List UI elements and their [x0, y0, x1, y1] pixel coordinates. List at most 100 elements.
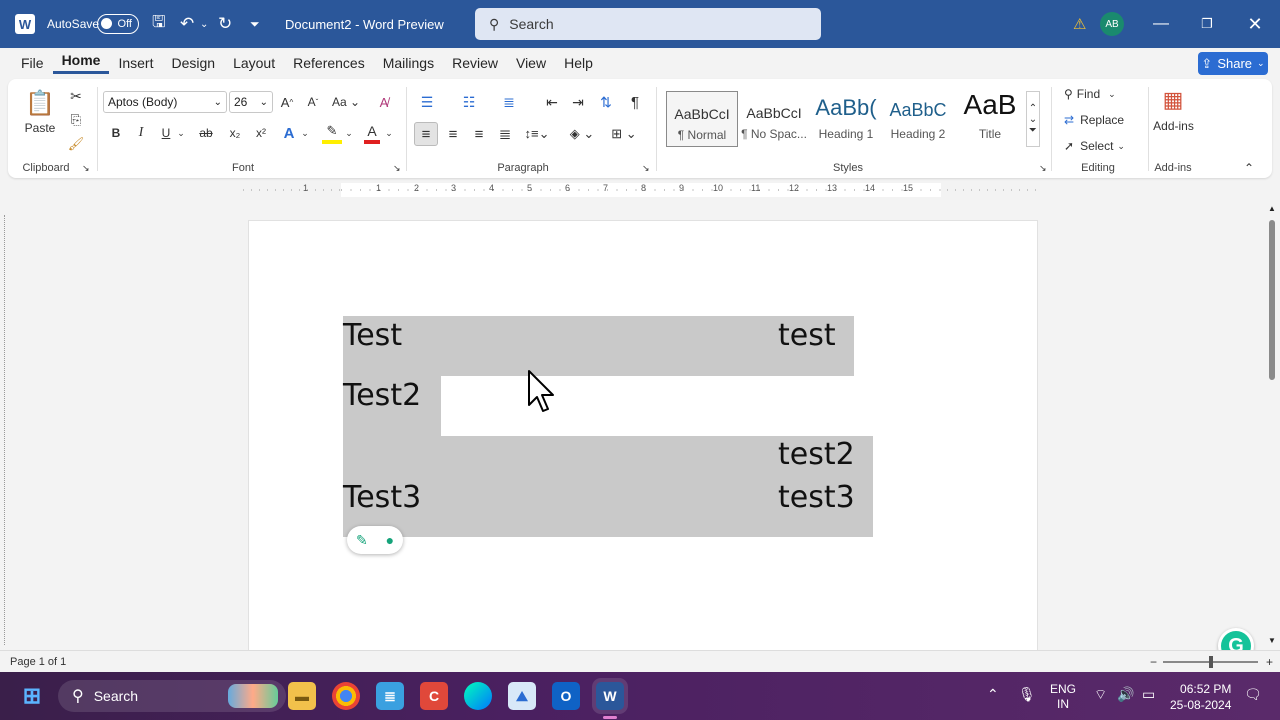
scroll-thumb[interactable]	[1269, 220, 1275, 380]
doc-text-left[interactable]: Test3	[343, 480, 421, 515]
share-button[interactable]: ⇪ Share ⌄	[1198, 52, 1268, 75]
tab-view[interactable]: View	[507, 55, 555, 71]
scroll-down-icon[interactable]: ▼	[1268, 636, 1276, 645]
show-marks-icon[interactable]: ¶	[624, 91, 646, 113]
chevron-down-icon[interactable]: ⌄	[176, 122, 186, 144]
tab-design[interactable]: Design	[162, 55, 224, 71]
app-c-icon[interactable]: C	[420, 682, 448, 710]
close-button[interactable]: ✕	[1232, 0, 1278, 48]
decrease-indent-icon[interactable]: ⇤	[541, 91, 563, 113]
chevron-down-icon[interactable]: ⌄	[384, 122, 394, 144]
change-case-icon[interactable]: Aa ⌄	[331, 91, 361, 113]
zoom-in-icon[interactable]: +	[1266, 655, 1273, 669]
autosave-toggle[interactable]: Off	[97, 14, 139, 34]
scroll-up-icon[interactable]: ▲	[1268, 204, 1276, 213]
bullets-icon[interactable]: ☰	[416, 91, 438, 113]
paste-button[interactable]: Paste	[20, 121, 60, 135]
line-spacing-icon[interactable]: ↕≡⌄	[522, 122, 552, 146]
paste-icon[interactable]: 📋	[24, 87, 56, 119]
lightbulb-icon[interactable]: ●	[386, 532, 394, 548]
doc-text-left[interactable]: Test	[343, 318, 402, 353]
dialog-launcher-icon[interactable]: ↘	[1039, 163, 1047, 174]
search-box[interactable]: ⚲ Search	[475, 8, 821, 40]
zoom-out-icon[interactable]: −	[1150, 655, 1157, 669]
numbering-icon[interactable]: ☷	[458, 91, 480, 113]
style-heading-1[interactable]: AaBb( Heading 1	[810, 91, 882, 147]
style-heading-2[interactable]: AaBbC Heading 2	[882, 91, 954, 147]
language-indicator[interactable]: ENG IN	[1050, 682, 1076, 712]
magic-pen-icon[interactable]: ✎	[356, 532, 368, 549]
style-title[interactable]: AaB Title	[954, 89, 1026, 147]
zoom-thumb[interactable]	[1209, 656, 1213, 668]
increase-indent-icon[interactable]: ⇥	[567, 91, 589, 113]
avatar[interactable]: AB	[1100, 12, 1124, 36]
underline-button[interactable]: U	[158, 122, 174, 144]
styles-scroll[interactable]: ⌃ ⌄ ⏷	[1026, 91, 1040, 147]
battery-icon[interactable]: ▭	[1142, 686, 1155, 703]
align-right-icon[interactable]: ≡	[468, 122, 490, 146]
outlook-icon[interactable]: O	[552, 682, 580, 710]
tab-review[interactable]: Review	[443, 55, 507, 71]
chrome-icon[interactable]	[332, 682, 360, 710]
align-left-icon[interactable]: ≡	[414, 122, 438, 146]
bold-button[interactable]: B	[108, 122, 124, 144]
tab-file[interactable]: File	[12, 55, 53, 71]
restore-button[interactable]: ❐	[1184, 0, 1230, 48]
font-size-select[interactable]: 26 ⌄	[229, 91, 273, 113]
dialog-launcher-icon[interactable]: ↘	[393, 163, 401, 174]
edge-icon[interactable]	[464, 682, 492, 710]
volume-icon[interactable]: 🔊	[1117, 686, 1134, 703]
font-name-select[interactable]: Aptos (Body) ⌄	[103, 91, 227, 113]
shrink-font-icon[interactable]: Aˇ	[304, 91, 322, 113]
font-color-icon[interactable]: A	[364, 122, 380, 144]
file-explorer-icon[interactable]: ▬	[288, 682, 316, 710]
tab-mailings[interactable]: Mailings	[374, 55, 443, 71]
minimize-button[interactable]: —	[1138, 0, 1184, 48]
highlighter-icon[interactable]: ✎	[322, 122, 342, 144]
chevron-down-icon[interactable]: ⌄	[344, 122, 354, 144]
clear-formatting-icon[interactable]: A̸	[374, 91, 394, 113]
warning-icon[interactable]: ⚠	[1073, 0, 1086, 48]
format-painter-icon[interactable]: 🖌	[66, 135, 86, 153]
copy-icon[interactable]: ⎘	[66, 111, 86, 129]
add-ins-button[interactable]: Add-ins	[1146, 119, 1201, 133]
style-no-spacing[interactable]: AaBbCcI ¶ No Spac...	[738, 91, 810, 147]
grammarly-inline-widget[interactable]: ✎ ●	[347, 526, 403, 554]
taskbar-search[interactable]: ⚲ Search	[58, 680, 286, 712]
clock[interactable]: 06:52 PM 25-08-2024	[1170, 681, 1231, 713]
add-ins-icon[interactable]: ▦	[1158, 85, 1188, 115]
dialog-launcher-icon[interactable]: ↘	[642, 163, 650, 174]
tab-home[interactable]: Home	[52, 52, 110, 74]
redo-icon[interactable]: ↻	[218, 0, 232, 48]
notepad-icon[interactable]: ≣	[376, 682, 404, 710]
doc-text-left[interactable]: Test2	[343, 378, 421, 413]
strikethrough-button[interactable]: ab	[197, 122, 215, 144]
customize-qat-icon[interactable]: ⏷	[250, 0, 260, 48]
collapse-ribbon-icon[interactable]: ⌃	[1244, 161, 1254, 175]
microphone-icon[interactable]: 🎙	[1018, 686, 1036, 703]
dialog-launcher-icon[interactable]: ↘	[82, 163, 90, 174]
document-page[interactable]: Test test Test2 test2 Test3 test3 ✎ ●	[248, 220, 1038, 660]
word-taskbar-icon[interactable]: W	[596, 682, 624, 710]
doc-text-right[interactable]: test3	[778, 480, 855, 515]
cut-icon[interactable]: ✂	[66, 87, 86, 105]
shading-icon[interactable]: ◈ ⌄	[566, 122, 598, 146]
replace-button[interactable]: ⇄ Replace	[1064, 109, 1124, 131]
tab-references[interactable]: References	[284, 55, 374, 71]
text-effects-icon[interactable]: A	[280, 122, 298, 144]
tab-help[interactable]: Help	[555, 55, 602, 71]
style-normal[interactable]: AaBbCcI ¶ Normal	[666, 91, 738, 147]
photos-icon[interactable]: ⛰	[508, 682, 536, 710]
vertical-scrollbar[interactable]: ▲ ▼	[1264, 200, 1280, 650]
tab-insert[interactable]: Insert	[109, 55, 162, 71]
grow-font-icon[interactable]: A ^	[278, 91, 296, 113]
italic-button[interactable]: I	[133, 122, 149, 144]
subscript-button[interactable]: x₂	[226, 122, 244, 144]
wifi-icon[interactable]: ⌔	[1094, 686, 1107, 704]
save-icon[interactable]: 🖫	[152, 0, 166, 48]
justify-icon[interactable]: ≣	[494, 122, 516, 146]
undo-icon[interactable]: ↶	[180, 0, 194, 48]
borders-icon[interactable]: ⊞ ⌄	[608, 122, 640, 146]
chevron-down-icon[interactable]: ⌄	[300, 122, 310, 144]
select-button[interactable]: ➚ Select ⌄	[1064, 135, 1125, 157]
